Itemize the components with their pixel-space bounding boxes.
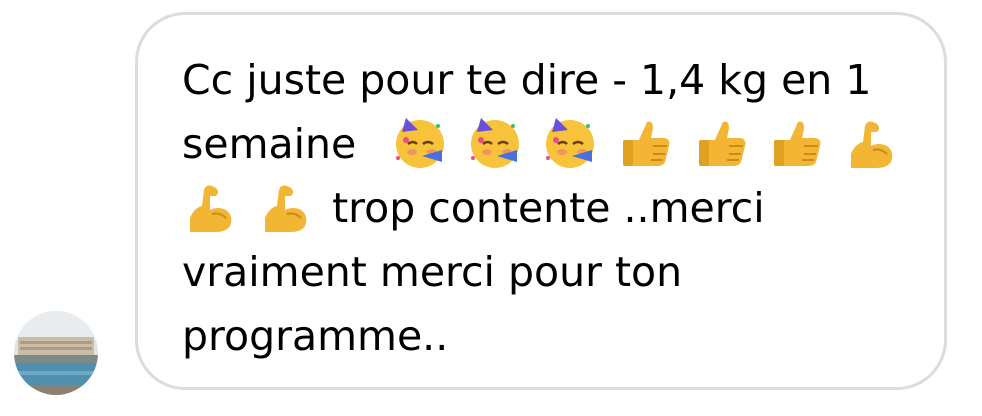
flexed-biceps-emoji	[182, 178, 240, 236]
thumbs-up-emoji	[693, 114, 751, 172]
message-line: vraiment merci pour ton	[182, 248, 683, 296]
flexed-biceps-emoji	[843, 114, 901, 172]
message-line: trop contente ..merci	[182, 176, 922, 240]
thumbs-up-emoji	[768, 114, 826, 172]
partying-face-emoji	[542, 114, 600, 172]
message-line: semaine	[182, 112, 922, 176]
dm-thread: Cc juste pour te dire - 1,4 kg en 1 sema…	[0, 0, 982, 416]
message-text: Cc juste pour te dire - 1,4 kg en 1 sema…	[182, 48, 922, 368]
thumbs-up-emoji	[617, 114, 675, 172]
message-text-segment: trop contente ..merci	[332, 184, 765, 232]
partying-face-emoji	[392, 114, 450, 172]
sender-avatar[interactable]	[14, 311, 98, 395]
message-line: Cc juste pour te dire - 1,4 kg en 1	[182, 56, 872, 104]
message-line: programme..	[182, 312, 449, 360]
flexed-biceps-emoji	[257, 178, 315, 236]
partying-face-emoji	[467, 114, 525, 172]
message-word: semaine	[182, 120, 357, 168]
